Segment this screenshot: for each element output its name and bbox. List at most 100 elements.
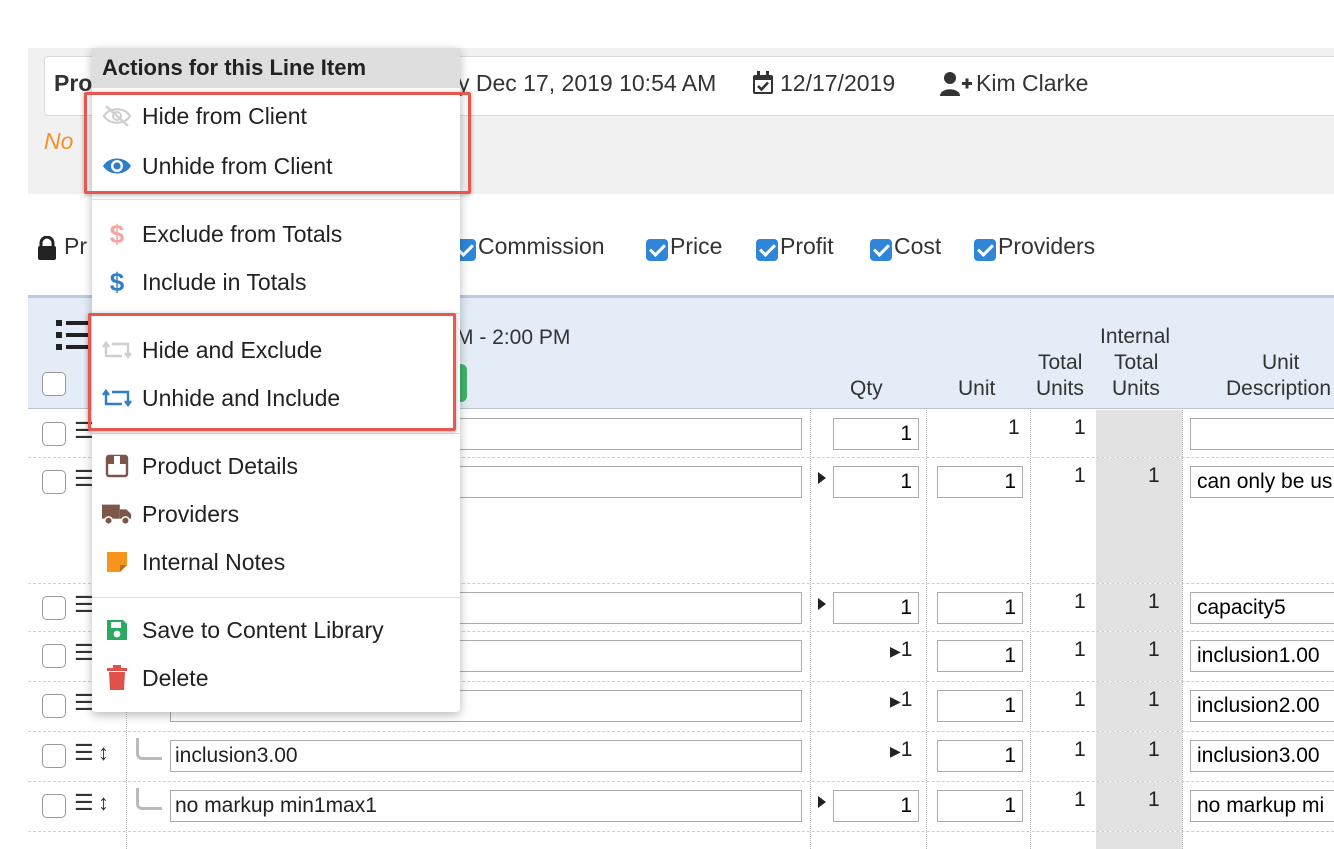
internal-total-value[interactable]: 1 [1148, 788, 1160, 812]
item-name-input[interactable] [170, 740, 802, 772]
column-divider [1182, 458, 1183, 583]
qty-text: 1 [900, 738, 913, 761]
select-all-checkbox[interactable] [42, 372, 66, 396]
unit-description-input[interactable] [1190, 592, 1334, 624]
unit-input[interactable] [937, 690, 1023, 722]
menu-item-delete[interactable]: Delete [92, 658, 460, 698]
toggle-providers[interactable]: Providers [974, 233, 1095, 261]
privacy-label: Pr [64, 233, 87, 259]
toggle-label: Price [670, 233, 723, 259]
internal-total-value[interactable]: 1 [1148, 738, 1160, 762]
menu-item-providers[interactable]: Providers [92, 494, 460, 534]
unit-description-input[interactable] [1190, 740, 1334, 772]
total-units-value: 1 [1074, 464, 1086, 487]
total-units-header-line2: Units [1036, 377, 1084, 400]
column-divider [1182, 782, 1183, 831]
row-checkbox[interactable] [42, 422, 66, 446]
drag-handle-icon[interactable]: ↕ [98, 740, 109, 766]
menu-item-product-details[interactable]: Product Details [92, 446, 460, 486]
internal-total-value[interactable]: 1 [1148, 464, 1160, 488]
unit-description-input[interactable] [1190, 466, 1334, 498]
internal-total-value[interactable]: 1 [1148, 688, 1160, 712]
user-plus-icon [940, 72, 972, 101]
qty-value[interactable]: ▶1 [890, 738, 912, 762]
toggle-cost[interactable]: Cost [870, 233, 941, 261]
column-divider [1030, 410, 1031, 457]
checkbox-checked[interactable] [646, 238, 668, 261]
menu-item-label: Product Details [142, 452, 298, 479]
column-divider [1030, 584, 1031, 631]
qty-input[interactable] [833, 466, 919, 498]
unit-description-input[interactable] [1190, 640, 1334, 672]
column-divider [810, 682, 811, 731]
unit-desc-header-line2: Description [1226, 377, 1332, 400]
sticky-note-icon [102, 547, 132, 577]
unit-input[interactable] [937, 740, 1023, 772]
internal-cell [1096, 410, 1182, 457]
drag-handle-icon[interactable]: ↕ [98, 790, 109, 816]
row-menu-icon[interactable]: ☰ [74, 740, 94, 766]
no-warning-text: No [44, 128, 74, 154]
unit-input[interactable] [937, 592, 1023, 624]
checkbox-checked[interactable] [974, 238, 996, 261]
row-checkbox[interactable] [42, 644, 66, 668]
column-divider [1030, 632, 1031, 681]
assigned-user-text[interactable]: Kim Clarke [976, 70, 1088, 97]
qty-input[interactable] [833, 790, 919, 822]
column-divider [1030, 782, 1031, 831]
menu-item-exclude-from-totals[interactable]: $ Exclude from Totals [92, 214, 460, 254]
unit-description-input[interactable] [1190, 418, 1334, 450]
checkbox-checked[interactable] [870, 238, 892, 261]
section-time-text: M - 2:00 PM [456, 326, 571, 349]
internal-total-value[interactable]: 1 [1148, 590, 1160, 614]
internal-header-line2: Total [1114, 351, 1159, 374]
row-menu-icon[interactable]: ☰ [74, 690, 94, 716]
expand-caret-icon[interactable] [818, 598, 826, 610]
item-name-input[interactable] [170, 790, 802, 822]
due-date-text: 12/17/2019 [780, 70, 896, 96]
toggle-label: Profit [780, 233, 834, 259]
total-units-value: 1 [1074, 688, 1086, 711]
created-date-text: y Dec 17, 2019 10:54 AM [458, 70, 717, 96]
unit-input[interactable] [937, 790, 1023, 822]
menu-separator [92, 199, 460, 200]
menu-item-include-in-totals[interactable]: $ Include in Totals [92, 262, 460, 302]
row-menu-icon[interactable]: ☰ [74, 592, 94, 618]
toggle-profit[interactable]: Profit [756, 233, 834, 261]
internal-cell [1096, 632, 1182, 681]
unit-input[interactable] [937, 466, 1023, 498]
qty-input[interactable] [833, 592, 919, 624]
column-divider [1182, 682, 1183, 731]
expand-caret-icon[interactable] [818, 796, 826, 808]
column-divider [926, 732, 927, 781]
row-menu-icon[interactable]: ☰ [74, 640, 94, 666]
toggle-price[interactable]: Price [646, 233, 723, 261]
toggle-commission[interactable]: Commission [454, 233, 605, 261]
column-divider [810, 732, 811, 781]
qty-value[interactable]: ▶1 [890, 638, 912, 662]
menu-item-label: Internal Notes [142, 548, 286, 575]
table-row: ☰ ↕ 1 1 [28, 782, 1334, 832]
column-divider [1182, 732, 1183, 781]
row-checkbox[interactable] [42, 596, 66, 620]
qty-value[interactable]: ▶1 [890, 688, 912, 712]
qty-input[interactable] [833, 418, 919, 450]
row-menu-icon[interactable]: ☰ [74, 466, 94, 492]
expand-caret-icon[interactable] [818, 472, 826, 484]
total-units-value: 1 [1074, 590, 1086, 613]
unit-description-input[interactable] [1190, 790, 1334, 822]
row-checkbox[interactable] [42, 744, 66, 768]
internal-total-value[interactable]: 1 [1148, 638, 1160, 662]
row-checkbox[interactable] [42, 470, 66, 494]
row-checkbox[interactable] [42, 694, 66, 718]
menu-item-save-to-content-library[interactable]: Save to Content Library [92, 610, 460, 650]
unit-input[interactable] [937, 640, 1023, 672]
row-checkbox[interactable] [42, 794, 66, 818]
checkbox-checked[interactable] [756, 238, 778, 261]
row-menu-icon[interactable]: ☰ [74, 790, 94, 816]
list-icon[interactable] [56, 318, 90, 357]
menu-item-internal-notes[interactable]: Internal Notes [92, 542, 460, 582]
unit-description-input[interactable] [1190, 690, 1334, 722]
table-row: ☰ ↕ ▶1 1 1 [28, 732, 1334, 782]
toggle-label: Commission [478, 233, 605, 259]
